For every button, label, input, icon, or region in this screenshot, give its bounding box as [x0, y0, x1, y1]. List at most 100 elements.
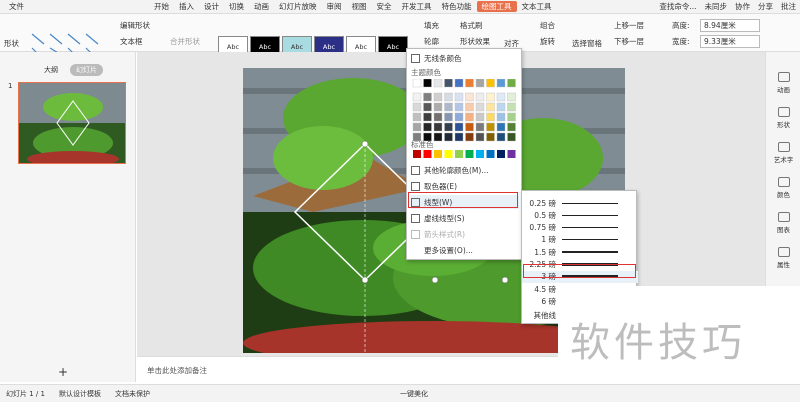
theme-color-swatch[interactable] — [465, 92, 474, 102]
menu-tab-11[interactable]: 绘图工具 — [476, 1, 517, 12]
weight-option[interactable]: 0.75 磅 — [522, 222, 638, 234]
share-button[interactable]: 分享 — [758, 1, 773, 12]
batch-button[interactable]: 批注 — [781, 1, 796, 12]
theme-color-swatch[interactable] — [507, 92, 516, 102]
theme-color-swatch[interactable] — [496, 112, 506, 122]
theme-color-swatch[interactable] — [496, 79, 506, 88]
theme-color-palette[interactable] — [411, 79, 519, 145]
fill-button[interactable]: 填充 — [424, 20, 439, 31]
theme-color-swatch[interactable] — [454, 102, 464, 112]
bring-forward-button[interactable]: 上移一层 — [614, 20, 644, 31]
theme-color-swatch[interactable] — [507, 122, 516, 132]
theme-color-swatch[interactable] — [423, 102, 432, 112]
theme-color-swatch[interactable] — [507, 102, 516, 112]
theme-color-swatch[interactable] — [423, 122, 432, 132]
theme-color-swatch[interactable] — [465, 79, 474, 88]
right-tool-1[interactable]: 形状 — [766, 107, 800, 129]
rotate-button[interactable]: 旋转 — [540, 36, 555, 47]
theme-color-swatch[interactable] — [423, 79, 432, 88]
theme-color-swatch[interactable] — [475, 112, 485, 122]
theme-color-swatch[interactable] — [444, 92, 453, 102]
no-outline-item[interactable]: 无线条颜色 — [411, 51, 519, 65]
theme-color-swatch[interactable] — [412, 92, 422, 102]
menu-tab-0[interactable]: 开始 — [149, 1, 174, 12]
select-pane-button[interactable]: 选择窗格 — [572, 38, 602, 49]
standard-color-swatch[interactable] — [444, 150, 453, 158]
theme-color-swatch[interactable] — [475, 102, 485, 112]
theme-color-swatch[interactable] — [496, 122, 506, 132]
right-tool-5[interactable]: 属性 — [766, 247, 800, 269]
theme-color-swatch[interactable] — [465, 122, 474, 132]
edit-shape-button[interactable]: 编辑形状 — [120, 20, 150, 31]
width-input[interactable]: 9.33厘米 — [700, 35, 760, 48]
eyedropper-item[interactable]: 取色器(E) — [411, 179, 519, 193]
file-menu[interactable]: 文件 — [4, 1, 29, 12]
standard-color-swatch[interactable] — [486, 150, 495, 158]
outline-button[interactable]: 轮廓 — [424, 36, 439, 47]
shape-effect-button[interactable]: 形状效果 — [460, 36, 490, 47]
theme-color-swatch[interactable] — [486, 112, 495, 122]
theme-color-swatch[interactable] — [433, 122, 443, 132]
add-slide-icon[interactable]: + — [58, 365, 68, 379]
theme-color-swatch[interactable] — [486, 92, 495, 102]
send-backward-button[interactable]: 下移一层 — [614, 36, 644, 47]
theme-color-swatch[interactable] — [486, 122, 495, 132]
collab-button[interactable]: 协作 — [735, 1, 750, 12]
theme-color-swatch[interactable] — [412, 79, 422, 88]
theme-color-swatch[interactable] — [496, 92, 506, 102]
standard-color-swatch[interactable] — [507, 150, 516, 158]
theme-color-swatch[interactable] — [486, 79, 495, 88]
right-tool-2[interactable]: 艺术字 — [766, 142, 800, 164]
dash-item[interactable]: 虚线线型(S) — [411, 211, 519, 225]
group-button[interactable]: 组合 — [540, 20, 555, 31]
menu-tab-10[interactable]: 特色功能 — [437, 1, 477, 12]
theme-color-swatch[interactable] — [507, 79, 516, 88]
format-brush-button[interactable]: 格式刷 — [460, 20, 483, 31]
right-tool-3[interactable]: 颜色 — [766, 177, 800, 199]
more-outline-item[interactable]: 其他轮廓颜色(M)... — [411, 163, 519, 177]
menu-tab-8[interactable]: 安全 — [372, 1, 397, 12]
sync-status[interactable]: 未同步 — [705, 1, 728, 12]
theme-color-swatch[interactable] — [454, 92, 464, 102]
notes-placeholder[interactable]: 单击此处添加备注 — [147, 365, 207, 376]
menu-tab-12[interactable]: 文本工具 — [517, 1, 557, 12]
theme-color-swatch[interactable] — [412, 122, 422, 132]
theme-color-swatch[interactable] — [507, 112, 516, 122]
theme-color-swatch[interactable] — [454, 112, 464, 122]
standard-color-palette[interactable] — [411, 150, 519, 158]
standard-color-swatch[interactable] — [413, 150, 421, 158]
theme-color-swatch[interactable] — [433, 79, 443, 88]
theme-color-swatch[interactable] — [475, 122, 485, 132]
theme-color-swatch[interactable] — [465, 102, 474, 112]
theme-color-swatch[interactable] — [433, 92, 443, 102]
height-input[interactable]: 8.94厘米 — [700, 19, 760, 32]
standard-color-swatch[interactable] — [423, 150, 432, 158]
standard-color-swatch[interactable] — [455, 150, 463, 158]
menu-tab-2[interactable]: 设计 — [199, 1, 224, 12]
menu-tab-7[interactable]: 视图 — [347, 1, 372, 12]
theme-color-swatch[interactable] — [444, 102, 453, 112]
right-tool-4[interactable]: 图表 — [766, 212, 800, 234]
theme-color-swatch[interactable] — [433, 102, 443, 112]
theme-color-swatch[interactable] — [454, 79, 464, 88]
theme-color-swatch[interactable] — [444, 79, 453, 88]
theme-color-swatch[interactable] — [444, 122, 453, 132]
theme-color-swatch[interactable] — [465, 112, 474, 122]
standard-color-swatch[interactable] — [497, 150, 505, 158]
standard-color-swatch[interactable] — [434, 150, 442, 158]
theme-color-swatch[interactable] — [496, 102, 506, 112]
theme-color-swatch[interactable] — [433, 112, 443, 122]
theme-color-swatch[interactable] — [412, 112, 422, 122]
tab-outline[interactable]: 大纲 — [38, 64, 64, 76]
weight-option[interactable]: 1.5 磅 — [522, 246, 638, 258]
theme-color-swatch[interactable] — [444, 112, 453, 122]
menu-tab-6[interactable]: 审阅 — [322, 1, 347, 12]
menu-tab-1[interactable]: 插入 — [174, 1, 199, 12]
beautify-button[interactable]: 一键美化 — [400, 389, 428, 399]
weight-option[interactable]: 1 磅 — [522, 234, 638, 246]
menu-tab-5[interactable]: 幻灯片放映 — [274, 1, 322, 12]
theme-color-swatch[interactable] — [486, 102, 495, 112]
standard-color-swatch[interactable] — [476, 150, 484, 158]
search-command[interactable]: 查找命令... — [659, 1, 696, 12]
right-tool-0[interactable]: 动画 — [766, 72, 800, 94]
